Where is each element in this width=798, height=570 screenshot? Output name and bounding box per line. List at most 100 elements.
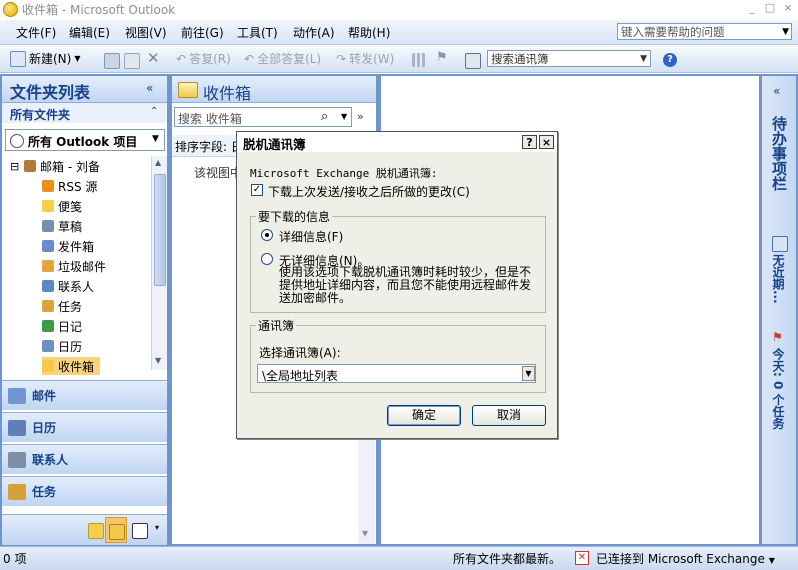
download-changes-checkbox[interactable]: ✓ [251,184,263,196]
menu-file[interactable]: 文件(F) [16,24,56,41]
menu-view[interactable]: 视图(V) [125,24,167,41]
nav-button-label: 邮件 [32,389,57,403]
folder-tree-item[interactable]: 便笺 [42,197,82,215]
all-folders-header: 所有文件夹 ⌃ [2,103,167,123]
chevron-down-icon[interactable]: ▼ [522,366,535,381]
help-search-input[interactable]: 键入需要帮助的问题 ▼ [617,23,792,40]
no-appointments-label[interactable]: 无近期... [770,254,787,304]
flag-icon[interactable]: ⚑ [436,50,448,65]
shortcuts-icon[interactable] [132,523,148,539]
folder-tree-item[interactable]: 联系人 [42,277,94,295]
collapse-tree-icon[interactable]: ⊟ [10,160,19,173]
dialog-help-button[interactable]: ? [522,135,537,149]
scroll-up-icon[interactable]: ▲ [155,158,161,167]
full-details-radio[interactable] [261,229,273,241]
download-changes-label[interactable]: 下载上次发送/接收之后所做的更改(C) [268,183,470,200]
nav-button-calendar[interactable]: 日历 [2,412,167,442]
chevron-down-icon[interactable]: ▼ [152,134,159,144]
connection-status[interactable]: 已连接到 Microsoft Exchange ▼ [596,550,775,567]
dialog-title-bar: 脱机通讯簿 ? × [237,132,557,152]
menu-go[interactable]: 前往(G) [181,24,224,41]
chevron-down-icon[interactable]: ▼ [769,556,775,565]
delete-icon[interactable]: ✕ [147,49,160,67]
contacts-icon [8,451,26,468]
folder-tree-item[interactable]: ⊟ 邮箱 - 刘备 [10,157,100,175]
folder-tree-item[interactable]: 垃圾邮件 [42,257,106,275]
nav-button-contacts[interactable]: 联系人 [2,444,167,474]
inbox-search-input[interactable]: 搜索 收件箱 ⌕ ▼ [174,107,352,127]
move-to-folder-icon[interactable] [124,53,140,69]
close-button[interactable]: × [781,1,795,15]
scroll-down-icon[interactable]: ▼ [155,356,161,365]
folder-tree-label: 任务 [58,299,83,314]
nav-button-label: 联系人 [32,453,69,467]
full-details-label[interactable]: 详细信息(F) [279,228,343,245]
all-outlook-items-combo[interactable]: 所有 Outlook 项目 ▼ [5,129,165,151]
scrollbar-thumb[interactable] [154,174,166,286]
folder-tree-item[interactable]: 草稿 [42,217,82,235]
folder-tree-scrollbar[interactable]: ▲ ▼ [151,156,167,370]
address-book-icon[interactable] [465,53,481,69]
minimize-button[interactable]: _ [745,1,759,15]
contacts-icon [42,280,54,292]
menu-actions[interactable]: 动作(A) [293,24,335,41]
maximize-button[interactable]: □ [763,1,777,15]
dialog-intro: Microsoft Exchange 脱机通讯簿: [250,167,438,180]
new-mail-icon [10,50,26,67]
menu-tools[interactable]: 工具(T) [237,24,278,41]
address-book-value: \全局地址列表 [262,369,339,383]
collapse-section-button[interactable]: ⌃ [150,106,158,117]
calendar-icon [42,340,54,352]
no-details-radio[interactable] [261,253,273,265]
inbox-icon [42,360,54,372]
inbox-icon [178,82,198,98]
menu-edit[interactable]: 编辑(E) [69,24,110,41]
folder-tree-item[interactable]: 日历 [42,337,82,355]
collapse-pane-button[interactable]: « [146,81,153,95]
configure-buttons-icon[interactable]: ▾ [155,523,159,532]
tasks-icon [8,483,26,500]
categorize-icon[interactable] [412,53,426,67]
folder-tree-item[interactable]: 日记 [42,317,82,335]
new-button[interactable]: 新建(N) ▼ [10,50,81,67]
outlook-app-icon[interactable] [3,2,18,17]
chevron-down-icon[interactable]: ▼ [74,54,80,63]
calendar-icon [772,236,788,252]
address-book-search-input[interactable]: 搜索通讯簿 ▼ [487,50,651,67]
help-icon[interactable]: ? [663,53,677,67]
folder-tree-item[interactable]: 任务 [42,297,82,315]
folder-tree-label: 便笺 [58,199,83,214]
nav-button-tasks[interactable]: 任务 [2,476,167,506]
reply-all-icon: ↶ [244,51,255,66]
folder-tree-item[interactable]: 发件箱 [42,237,94,255]
print-icon[interactable] [104,53,120,69]
ok-button[interactable]: 确定 [387,405,461,426]
address-book-select[interactable]: \全局地址列表 ▼ [257,364,536,383]
notes-icon[interactable] [88,523,104,539]
arrange-by-label: 排序字段: 日 [175,140,243,154]
nav-button-mail[interactable]: 邮件 [2,380,167,410]
scroll-down-icon[interactable]: ▼ [362,529,368,538]
sync-status: 所有文件夹都最新。 [453,552,562,566]
chevron-down-icon[interactable]: ▼ [640,51,647,68]
tasks-today-label[interactable]: 今天: 0 个任务 [770,348,787,430]
dialog-close-button[interactable]: × [539,135,554,149]
expand-query-builder-button[interactable]: » [357,110,364,123]
folder-tree-item[interactable]: 收件箱 [42,357,101,375]
tasks-icon [42,300,54,312]
expand-todo-bar-button[interactable]: « [773,84,780,98]
reply-all-label: 全部答复(L) [257,52,322,66]
menu-help[interactable]: 帮助(H) [348,24,390,41]
folder-icon [109,524,125,540]
forward-button[interactable]: ↷ 转发(W) [336,50,394,67]
search-icon[interactable]: ⌕ [321,109,328,124]
cancel-button[interactable]: 取消 [472,405,546,426]
chevron-down-icon[interactable]: ▼ [782,24,789,41]
reply-button[interactable]: ↶ 答复(R) [176,50,231,67]
folder-list-button[interactable] [105,517,127,543]
folder-tree-item[interactable]: RSS 源 [42,177,97,195]
reply-label: 答复(R) [189,52,231,66]
chevron-down-icon[interactable]: ▼ [341,112,347,121]
flag-icon: ⚑ [772,330,783,344]
reply-all-button[interactable]: ↶ 全部答复(L) [244,50,321,67]
